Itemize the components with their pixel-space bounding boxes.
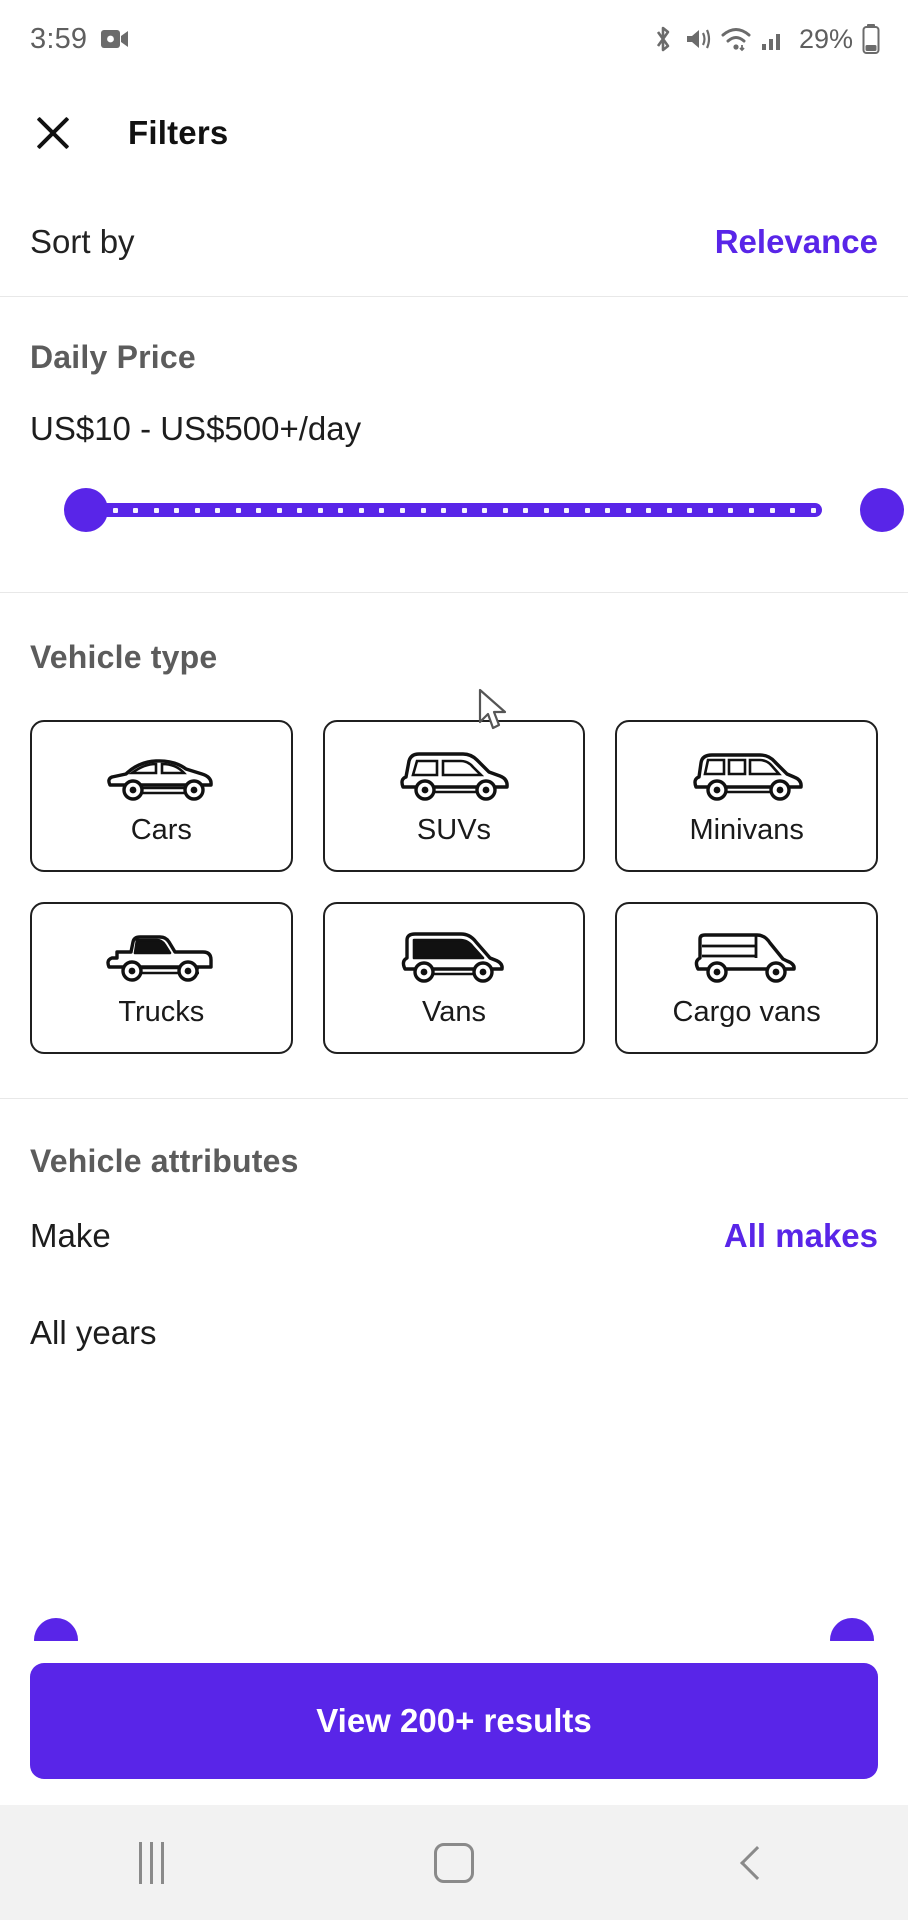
slider-tick [687,507,693,513]
slider-track[interactable] [86,503,822,517]
slider-tick [666,507,672,513]
sort-section: Sort by Relevance [0,188,908,296]
slider-tick [399,507,405,513]
slider-tick [276,507,282,513]
slider-tick [810,507,816,513]
slider-tick [482,507,488,513]
vehicle-type-grid: Cars SUVs Minivans Trucks Vans Cargo van… [30,720,878,1054]
van-icon [395,928,513,986]
pickup-truck-icon [102,928,220,986]
cargo-van-icon [688,928,806,986]
vehicle-type-label: Cargo vans [672,995,821,1028]
slider-tick [317,507,323,513]
slider-thumb-max[interactable] [860,488,904,532]
slider-tick [420,507,426,513]
slider-tick [338,507,344,513]
vehicle-type-option-cargo-vans[interactable]: Cargo vans [615,902,878,1054]
vehicle-type-label: Vans [422,995,486,1028]
sedan-icon [102,746,220,804]
bluetooth-icon [651,24,675,54]
slider-tick [728,507,734,513]
make-label: Make [30,1217,111,1254]
status-bar: 3:59 29% [0,0,908,78]
all-years-label[interactable]: All years [30,1292,878,1352]
slider-tick [707,507,713,513]
slider-tick [215,507,221,513]
slider-tick [153,507,159,513]
slider-tick [133,507,139,513]
cellular-signal-icon [760,26,786,52]
slider-tick [564,507,570,513]
home-icon[interactable] [394,1805,514,1920]
sort-by-value[interactable]: Relevance [715,223,878,261]
vehicle-type-heading: Vehicle type [30,639,218,675]
slider-tick [112,507,118,513]
view-results-button[interactable]: View 200+ results [30,1663,878,1779]
slider-tick [605,507,611,513]
page-title: Filters [128,114,229,151]
slider-tick [235,507,241,513]
suv-icon [395,746,513,804]
daily-price-section: Daily Price US$10 - US$500+/day [0,297,908,592]
wifi-icon [721,26,751,52]
vehicle-type-label: Minivans [689,813,804,846]
status-time: 3:59 [30,22,88,55]
sort-by-row[interactable]: Sort by Relevance [30,188,878,296]
status-bar-left: 3:59 [30,23,129,56]
back-icon[interactable] [697,1805,817,1920]
daily-price-slider[interactable] [30,462,904,558]
android-nav-bar [0,1805,908,1920]
vehicle-attributes-heading: Vehicle attributes [30,1143,299,1179]
battery-percent: 29% [798,23,853,54]
vehicle-type-option-suvs[interactable]: SUVs [322,720,586,872]
recents-icon[interactable] [91,1805,211,1920]
slider-tick [502,507,508,513]
slider-tick [584,507,590,513]
status-bar-right: 29% [651,24,880,55]
vehicle-attributes-section: Vehicle attributes Make All makes All ye… [0,1099,908,1352]
vehicle-type-label: Cars [130,813,192,846]
vehicle-type-label: Trucks [118,995,205,1028]
slider-tick [790,507,796,513]
make-row[interactable]: Make All makes [30,1180,878,1292]
video-camera-icon [101,28,129,50]
vehicle-type-option-trucks[interactable]: Trucks [30,902,293,1054]
slider-tick [749,507,754,513]
slider-tick [461,507,467,513]
vehicle-type-option-cars[interactable]: Cars [30,720,293,872]
daily-price-range-text: US$10 - US$500+/day [30,410,362,447]
slider-tick [523,507,529,513]
slider-tick [646,507,652,513]
slider-tick [625,507,631,513]
minivan-icon [688,746,806,804]
close-icon[interactable] [30,110,76,156]
slider-tick [358,507,364,513]
vehicle-type-label: SUVs [416,813,492,846]
vehicle-type-section: Vehicle type Cars SUVs Minivans Trucks V… [0,593,908,1098]
battery-icon [862,24,880,54]
slider-tick [441,507,447,513]
footer-bar: View 200+ results [0,1641,908,1805]
make-value[interactable]: All makes [724,1217,878,1255]
slider-tick [379,507,385,513]
daily-price-heading: Daily Price [30,339,196,375]
slider-tick [194,507,200,513]
slider-tick [256,507,262,513]
vehicle-type-option-vans[interactable]: Vans [322,902,586,1054]
slider-tick [297,507,303,513]
slider-tick [174,507,180,513]
slider-thumb-min[interactable] [64,488,108,532]
vibrate-icon [684,25,712,53]
filters-header: Filters [0,78,908,188]
slider-tick [543,507,549,513]
sort-by-label: Sort by [30,223,135,260]
slider-tick [769,507,775,513]
vehicle-type-option-minivans[interactable]: Minivans [615,720,878,872]
